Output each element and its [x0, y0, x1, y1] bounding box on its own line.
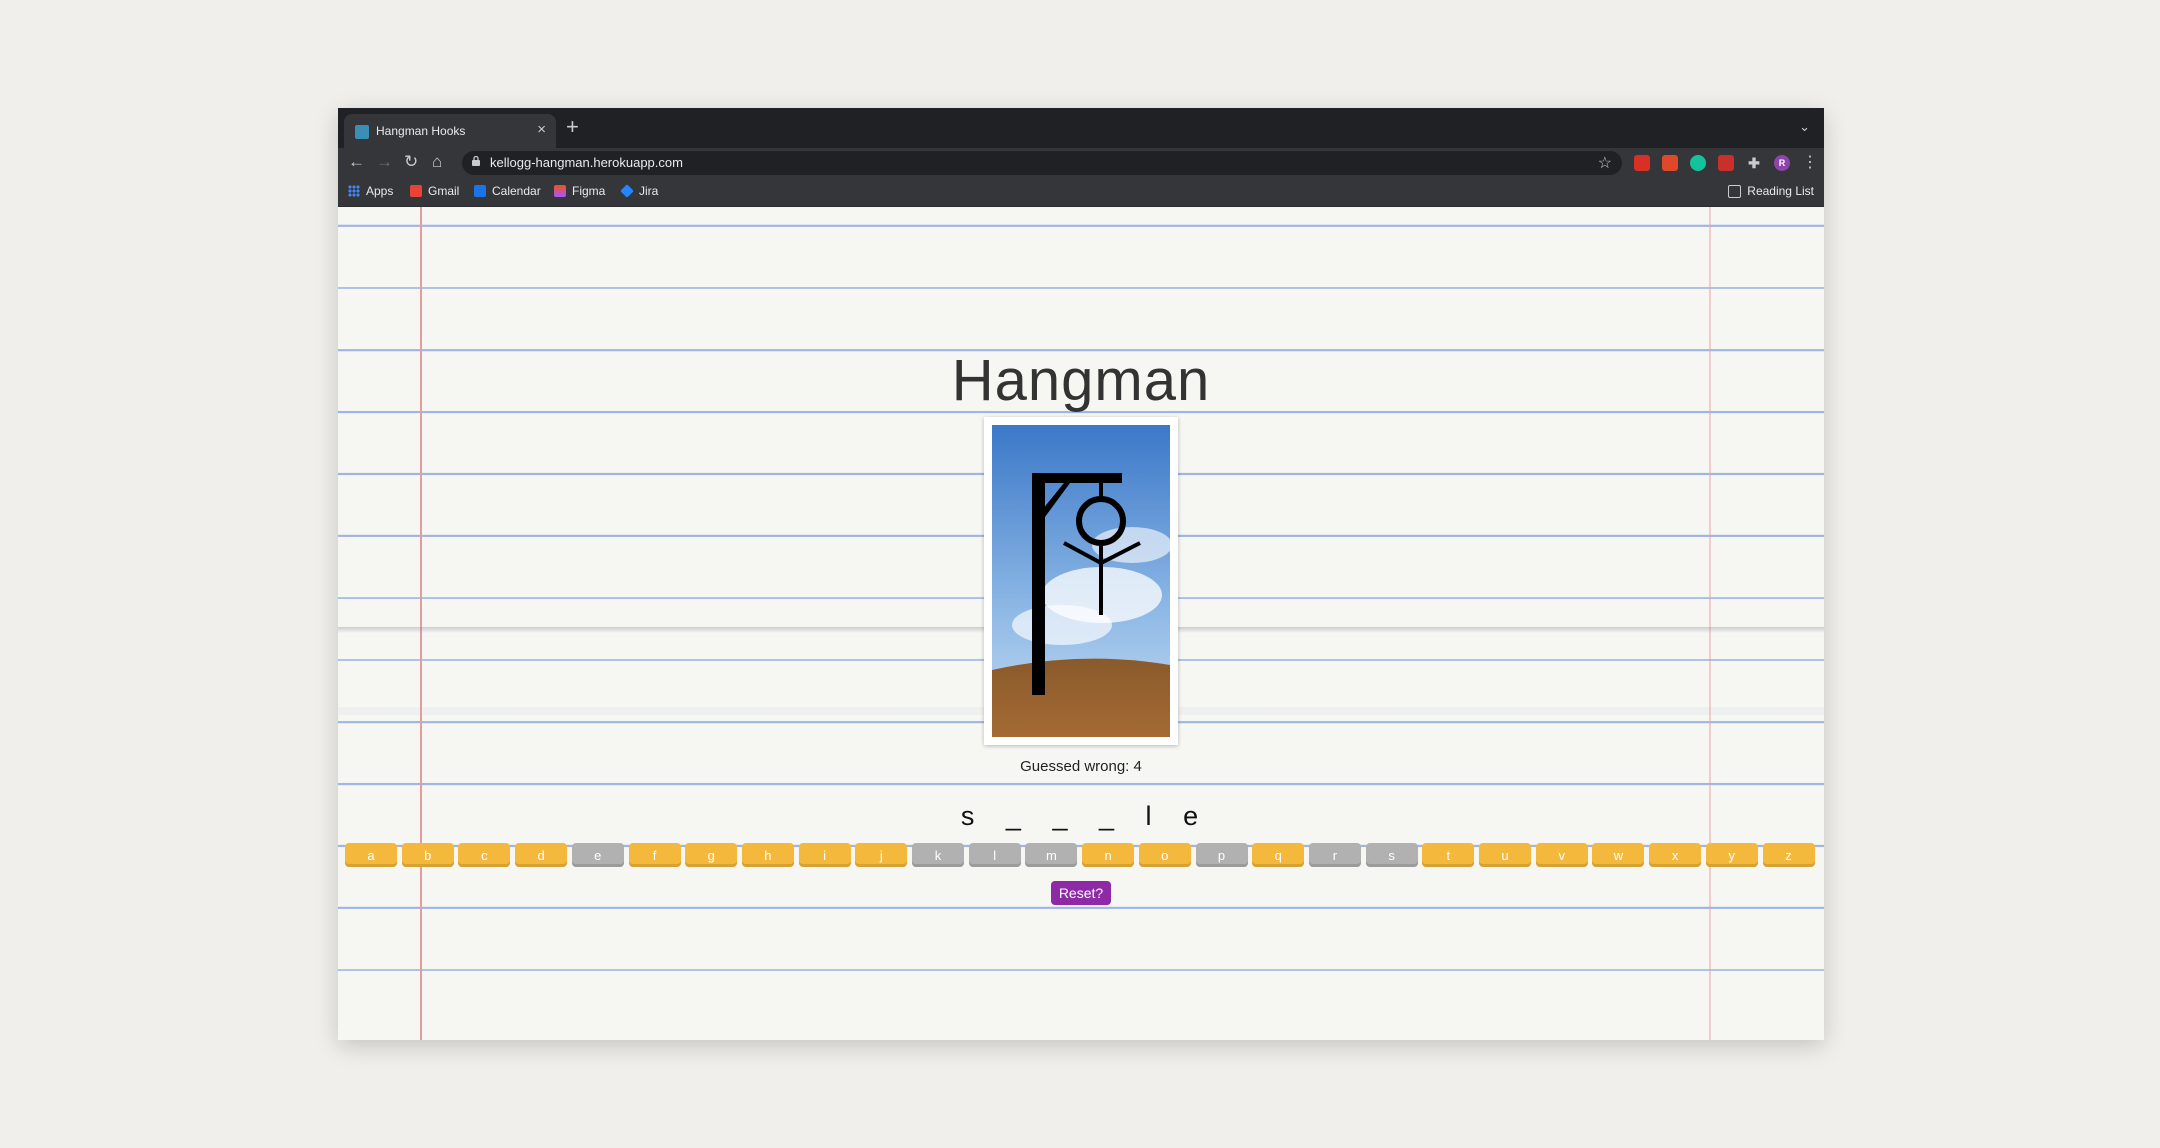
forward-icon[interactable]: →	[376, 152, 393, 172]
letter-key-k[interactable]: k	[912, 843, 964, 867]
letter-key-n[interactable]: n	[1082, 843, 1135, 867]
letter-key-s[interactable]: s	[1365, 843, 1418, 867]
reset-button[interactable]: Reset?	[1051, 881, 1111, 905]
letter-key-h[interactable]: h	[741, 843, 794, 867]
word-display: s _ _ _ l e	[338, 801, 1824, 832]
calendar-icon	[474, 185, 486, 197]
extension-icon[interactable]	[1634, 155, 1650, 171]
letter-key-g[interactable]: g	[685, 843, 738, 867]
bookmark-star-icon[interactable]: ☆	[1598, 153, 1612, 173]
tab-search-icon[interactable]: ⌄	[1799, 119, 1810, 135]
letter-key-x[interactable]: x	[1649, 843, 1702, 867]
hangman-drawing	[992, 425, 1170, 737]
puzzle-extensions-icon[interactable]: ✚	[1746, 155, 1762, 171]
bookmark-label: Jira	[639, 184, 659, 198]
url-text: kellogg-hangman.herokuapp.com	[490, 155, 683, 170]
letter-key-v[interactable]: v	[1535, 843, 1588, 867]
bookmark-label: Figma	[572, 184, 606, 198]
letter-key-w[interactable]: w	[1592, 843, 1645, 867]
reading-list-label: Reading List	[1747, 184, 1814, 198]
letter-key-t[interactable]: t	[1422, 843, 1475, 867]
react-favicon-icon	[355, 125, 369, 139]
letter-key-e[interactable]: e	[571, 843, 624, 867]
kebab-menu-icon[interactable]: ⋮	[1802, 152, 1818, 172]
reading-list-icon	[1728, 184, 1742, 198]
bookmark-jira[interactable]: Jira	[620, 184, 659, 198]
browser-window: Hangman Hooks × + ⌄ ← → ↻ ⌂ kellogg-hang…	[338, 108, 1824, 1040]
todoist-extension-icon[interactable]	[1662, 155, 1678, 171]
letter-key-d[interactable]: d	[515, 843, 568, 867]
letter-keyboard: a b c d e f g h i j k l m n o p q r s t …	[345, 843, 1819, 867]
wrong-guesses-count: Guessed wrong: 4	[1020, 758, 1142, 775]
word-letter: _	[1005, 801, 1024, 831]
letter-key-p[interactable]: p	[1195, 843, 1248, 867]
bookmarks-bar: Apps Gmail Calendar Figma Jira Reading L…	[338, 178, 1824, 207]
letter-key-f[interactable]: f	[628, 843, 681, 867]
letter-key-u[interactable]: u	[1479, 843, 1531, 867]
jira-icon	[620, 184, 634, 198]
tab-hangman-hooks[interactable]: Hangman Hooks ×	[344, 114, 556, 148]
address-bar[interactable]: kellogg-hangman.herokuapp.com ☆	[462, 151, 1622, 175]
letter-key-z[interactable]: z	[1762, 843, 1815, 867]
bookmark-figma[interactable]: Figma	[554, 184, 605, 198]
letter-key-b[interactable]: b	[401, 843, 454, 867]
letter-key-a[interactable]: a	[345, 843, 397, 867]
page-title: Hangman	[951, 348, 1211, 413]
lock-icon	[472, 156, 480, 166]
word-letter: l	[1145, 801, 1155, 831]
reload-icon[interactable]: ↻	[404, 152, 418, 172]
letter-key-q[interactable]: q	[1252, 843, 1305, 867]
bookmark-label: Apps	[366, 184, 394, 198]
hangman-image	[984, 417, 1178, 745]
letter-key-y[interactable]: y	[1705, 843, 1758, 867]
grammarly-extension-icon[interactable]	[1690, 155, 1706, 171]
letter-key-r[interactable]: r	[1308, 843, 1361, 867]
word-letter: _	[1099, 801, 1118, 831]
letter-key-o[interactable]: o	[1138, 843, 1191, 867]
letter-key-l[interactable]: l	[968, 843, 1021, 867]
close-tab-icon[interactable]: ×	[537, 121, 546, 138]
figma-icon	[554, 185, 566, 197]
adblock-extension-icon[interactable]	[1718, 155, 1734, 171]
word-letter: _	[1052, 801, 1071, 831]
bookmark-gmail[interactable]: Gmail	[410, 184, 459, 198]
letter-key-c[interactable]: c	[458, 843, 511, 867]
gmail-icon	[410, 185, 422, 197]
new-tab-icon[interactable]: +	[566, 114, 579, 140]
tab-title: Hangman Hooks	[376, 124, 466, 138]
home-icon[interactable]: ⌂	[432, 152, 442, 172]
bookmark-calendar[interactable]: Calendar	[474, 184, 541, 198]
back-icon[interactable]: ←	[348, 152, 365, 172]
tab-strip: Hangman Hooks × + ⌄	[338, 108, 1824, 148]
letter-key-j[interactable]: j	[855, 843, 908, 867]
word-letter: e	[1183, 801, 1202, 831]
notebook-margin-line	[1709, 207, 1711, 1040]
letter-key-i[interactable]: i	[798, 843, 851, 867]
bookmark-label: Gmail	[428, 184, 460, 198]
word-letter: s	[960, 801, 978, 831]
apps-grid-icon	[348, 185, 360, 197]
reading-list-button[interactable]: Reading List	[1728, 184, 1814, 198]
bookmark-apps[interactable]: Apps	[348, 184, 393, 198]
profile-avatar[interactable]: R	[1774, 155, 1790, 171]
browser-toolbar: ← → ↻ ⌂ kellogg-hangman.herokuapp.com ☆ …	[338, 148, 1824, 178]
bookmark-label: Calendar	[492, 184, 541, 198]
notebook-margin-line	[420, 207, 422, 1040]
letter-key-m[interactable]: m	[1025, 843, 1078, 867]
page-content: Hangman Guessed wrong: 4 s _ _ _ l e a b…	[338, 207, 1824, 1040]
